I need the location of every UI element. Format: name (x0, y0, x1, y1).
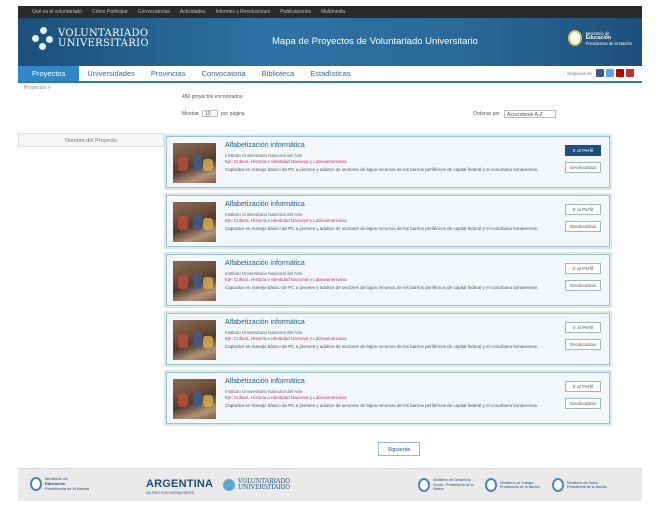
project-card: Alfabetización informática Instituto Uni… (166, 136, 610, 188)
partner-logo[interactable]: Ministerio de Salud - Presidencia de la … (552, 478, 611, 492)
top-utility-bar: Qué es el voluntariado Cómo Participar C… (18, 6, 642, 18)
project-name-filter[interactable]: Nombre del Proyecto (18, 133, 164, 147)
order-control: Ordenar por Ascendente A-Z (473, 110, 556, 118)
project-card: Alfabetización informática Instituto Uni… (166, 313, 610, 365)
footer-ministry-logo[interactable]: Ministerio de Educación Presidencia de l… (30, 476, 89, 491)
project-institution: Instituto Universitario Nacional del Art… (225, 153, 303, 158)
partner-logo[interactable]: Ministerio de Trabajo - Presidencia de l… (485, 478, 544, 492)
project-card: Alfabetización informática Instituto Uni… (166, 254, 610, 306)
topbar-link-multimedia[interactable]: Multimedia (321, 9, 345, 15)
project-description: Capacitar en manejo básico de PC a jóven… (225, 344, 539, 349)
argentina-tagline: UN PAÍS CON BUENA GENTE (146, 491, 195, 495)
ministry-line3: Presidencia de la Nación (585, 40, 632, 46)
partner-name: Ministerio de Desarrollo Social - Presid… (433, 478, 474, 492)
project-axis: Eje: Cultura, Historia e Identidad Nacio… (225, 277, 347, 282)
topbar-link-publicaciones[interactable]: Publicaciones (280, 9, 311, 15)
project-title[interactable]: Alfabetización informática (225, 142, 305, 149)
site-footer: Ministerio de Educación Presidencia de l… (18, 468, 642, 501)
profile-button[interactable]: Ir al Perfil (565, 204, 601, 215)
nav-tab-biblioteca[interactable]: Biblioteca (254, 66, 303, 81)
project-photo[interactable] (173, 261, 216, 301)
youtube-icon[interactable] (616, 69, 624, 77)
project-description: Capacitar en manejo básico de PC a jóven… (225, 403, 539, 408)
argentina-seal-icon (418, 478, 430, 492)
partner-name: Ministerio de Salud - Presidencia de la … (567, 480, 607, 490)
topbar-link-informes[interactable]: Informes y Resoluciones (215, 9, 270, 15)
project-axis: Eje: Cultura, Historia e Identidad Nacio… (225, 159, 347, 164)
site-header: VOLUNTARIADO UNIVERSITARIO Mapa de Proye… (18, 18, 642, 66)
project-title[interactable]: Alfabetización informática (225, 319, 305, 326)
project-description: Capacitar en manejo básico de PC a jóven… (225, 167, 539, 172)
geolocate-button[interactable]: Geolocalizar (565, 398, 601, 409)
argentina-seal-icon (30, 476, 42, 491)
profile-button[interactable]: Ir al Perfil (565, 145, 601, 156)
show-label: Mostrar (182, 110, 199, 117)
results-count: 450 proyectos encontrados (182, 94, 243, 100)
project-card: Alfabetización informática Instituto Uni… (166, 195, 610, 247)
geolocate-button[interactable]: Geolocalizar (565, 221, 601, 232)
order-select[interactable]: Ascendente A-Z (503, 110, 556, 118)
topbar-link-que-es[interactable]: Qué es el voluntariado (32, 9, 82, 15)
topbar-link-como-participar[interactable]: Cómo Participar (92, 9, 128, 15)
breadcrumb[interactable]: Proyectos > (18, 83, 642, 93)
project-institution: Instituto Universitario Nacional del Art… (225, 271, 303, 276)
project-photo[interactable] (173, 202, 216, 242)
page-title: Mapa de Proyectos de Voluntariado Univer… (272, 36, 478, 47)
project-description: Capacitar en manejo básico de PC a jóven… (225, 226, 539, 231)
profile-button[interactable]: Ir al Perfil (565, 263, 601, 274)
project-title[interactable]: Alfabetización informática (225, 260, 305, 267)
nav-tab-provincias[interactable]: Provincias (143, 66, 194, 81)
profile-button[interactable]: Ir al Perfil (565, 322, 601, 333)
project-title[interactable]: Alfabetización informática (225, 201, 305, 208)
argentina-brand: ARGENTINA (146, 478, 214, 490)
argentina-seal-icon (485, 478, 497, 492)
project-description: Capacitar en manejo básico de PC a jóven… (225, 285, 539, 290)
footer-logo-line2: UNIVERSITARIO (238, 484, 291, 491)
project-photo[interactable] (173, 320, 216, 360)
project-title[interactable]: Alfabetización informática (225, 378, 305, 385)
partner-logo[interactable]: Ministerio de Desarrollo Social - Presid… (418, 478, 477, 492)
project-axis: Eje: Cultura, Historia e Identidad Nacio… (225, 336, 347, 341)
nav-tab-estadisticas[interactable]: Estadísticas (302, 66, 358, 81)
project-axis: Eje: Cultura, Historia e Identidad Nacio… (225, 218, 347, 223)
twitter-icon[interactable] (606, 69, 614, 77)
partner-name: Ministerio de Trabajo - Presidencia de l… (500, 480, 540, 490)
footer-ministry-line3: Presidencia de la Nación (45, 486, 90, 491)
topbar-link-convocatorias[interactable]: Convocatorias (138, 9, 170, 15)
nav-tab-universidades[interactable]: Universidades (79, 66, 143, 81)
nav-tab-proyectos[interactable]: Proyectos (18, 66, 80, 81)
partner-logos: Ministerio de Desarrollo Social - Presid… (418, 478, 611, 492)
project-photo[interactable] (173, 379, 216, 419)
social-links: Seguinos en (567, 69, 634, 77)
main-nav: Proyectos Universidades Provincias Convo… (18, 66, 642, 83)
per-page-input[interactable]: 10 (201, 110, 218, 117)
facebook-icon[interactable] (596, 69, 604, 77)
project-card: Alfabetización informática Instituto Uni… (166, 372, 610, 424)
project-institution: Instituto Universitario Nacional del Art… (225, 389, 303, 394)
geolocate-button[interactable]: Geolocalizar (565, 339, 601, 350)
next-page-button[interactable]: Siguiente (378, 442, 420, 456)
footer-voluntariado-logo[interactable]: VOLUNTARIADO UNIVERSITARIO (223, 479, 290, 491)
flickr-icon[interactable] (626, 69, 634, 77)
argentina-seal-icon (552, 478, 564, 492)
per-page-control: Mostrar 10 por página (182, 110, 245, 117)
argentina-seal-icon (567, 30, 582, 46)
topbar-link-actividades[interactable]: Actividades (180, 9, 206, 15)
geolocate-button[interactable]: Geolocalizar (565, 162, 601, 173)
order-label: Ordenar por (473, 111, 500, 117)
project-institution: Instituto Universitario Nacional del Art… (225, 212, 303, 217)
per-page-label: por página (220, 110, 245, 117)
figures-logo-icon (223, 479, 235, 491)
social-label: Seguinos en (566, 70, 592, 76)
geolocate-button[interactable]: Geolocalizar (565, 280, 601, 291)
nav-tab-convocatoria[interactable]: Convocatoria (194, 66, 254, 81)
project-axis: Eje: Cultura, Historia e Identidad Nacio… (225, 395, 347, 400)
project-photo[interactable] (173, 143, 216, 183)
ministry-logo: Ministerio de Educación Presidencia de l… (567, 30, 632, 46)
project-institution: Instituto Universitario Nacional del Art… (225, 330, 303, 335)
profile-button[interactable]: Ir al Perfil (565, 381, 601, 392)
